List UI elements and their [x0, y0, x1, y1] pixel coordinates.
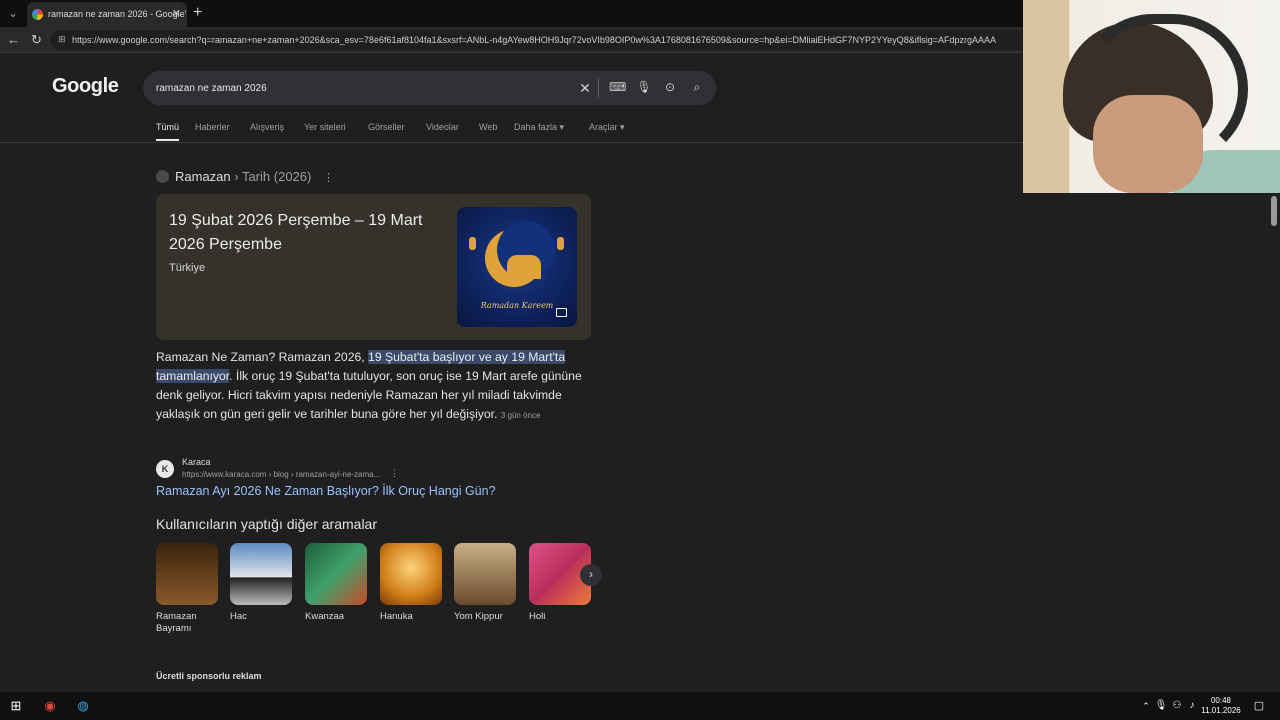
search-icon[interactable]: ⌕	[689, 80, 705, 95]
related-image	[454, 543, 516, 605]
related-item[interactable]: Ramazan Bayramı	[156, 543, 220, 635]
date-range: 19 Şubat 2026 Perşembe – 19 Mart 2026 Pe…	[169, 212, 423, 253]
sponsored-label: Ücretli sponsorlu reklam	[156, 671, 262, 681]
source-url[interactable]: https://www.karaca.com › blog › ramazan-…	[182, 470, 380, 479]
tab-more[interactable]: Daha fazla ▾	[514, 122, 564, 133]
search-box[interactable]: ✕ ⌨ 🎙 ⊙ ⌕	[143, 71, 716, 105]
lens-icon[interactable]: ⊙	[662, 80, 678, 94]
google-favicon-icon	[32, 9, 43, 20]
taskbar-app-icon[interactable]: ◉	[40, 696, 60, 716]
google-logo[interactable]: Google	[52, 75, 119, 98]
related-image	[380, 543, 442, 605]
scrollbar[interactable]	[1268, 190, 1280, 692]
webcam-overlay	[1023, 0, 1280, 193]
related-item[interactable]: Hac	[230, 543, 294, 623]
breadcrumb-main[interactable]: Ramazan	[175, 169, 231, 184]
search-input[interactable]	[156, 80, 536, 96]
related-image	[156, 543, 218, 605]
clock-time: 00:48	[1210, 696, 1232, 705]
source-options-icon[interactable]: ⋮	[390, 468, 399, 479]
taskbar: ⊞ ◉ ◍ ⌃ 🎙 ⚇ ♪ 00:48 11.01.2026 ▢	[0, 692, 1280, 720]
breadcrumb: Ramazan › Tarih (2026) ⋮	[156, 169, 334, 184]
tab-videos[interactable]: Videolar	[426, 122, 459, 132]
related-image	[230, 543, 292, 605]
related-label: Kwanzaa	[305, 611, 345, 622]
breadcrumb-sub: › Tarih (2026)	[234, 169, 312, 184]
windows-start-icon[interactable]: ⊞	[6, 696, 26, 716]
tab-news[interactable]: Haberler	[195, 122, 230, 132]
result-source[interactable]: K Karaca https://www.karaca.com › blog ›…	[156, 457, 596, 485]
lantern-icon	[557, 237, 564, 250]
related-label: Ramazan Bayramı	[156, 611, 197, 634]
related-item[interactable]: Yom Kippur	[454, 543, 518, 623]
snippet-lead: Ramazan Ne Zaman? Ramazan 2026,	[156, 350, 369, 364]
related-label: Holi	[529, 611, 546, 622]
clock-date: 11.01.2026	[1201, 706, 1241, 715]
source-name[interactable]: Karaca	[182, 457, 211, 467]
tab-web[interactable]: Web	[479, 122, 497, 132]
browser-tab[interactable]: ramazan ne zaman 2026 - Google' ✕	[27, 2, 187, 27]
url-field[interactable]: ⊞ https://www.google.com/search?q=ramaza…	[50, 30, 1040, 50]
result-snippet: Ramazan Ne Zaman? Ramazan 2026, 19 Şubat…	[156, 348, 596, 425]
related-item[interactable]: Kwanzaa	[305, 543, 369, 623]
result-link[interactable]: Ramazan Ayı 2026 Ne Zaman Başlıyor? İlk …	[156, 484, 496, 498]
headset-icon	[1078, 14, 1248, 164]
more-options-icon[interactable]: ⋮	[323, 172, 334, 184]
url-text: https://www.google.com/search?q=ramazan+…	[72, 35, 996, 45]
mosque-icon	[507, 255, 541, 279]
snippet-age: 3 gün önce	[500, 411, 541, 420]
search-divider	[598, 79, 599, 97]
related-label: Yom Kippur	[454, 611, 503, 622]
tab-all[interactable]: Tümü	[156, 122, 180, 141]
notifications-icon[interactable]: ▢	[1249, 696, 1269, 716]
edge-browser-icon[interactable]: ◍	[73, 696, 93, 716]
related-image	[305, 543, 367, 605]
related-label: Hac	[230, 611, 247, 622]
tab-places[interactable]: Yer siteleri	[304, 122, 346, 132]
clock[interactable]: 00:48 11.01.2026	[1200, 696, 1242, 716]
reload-icon[interactable]: ↻	[31, 32, 42, 48]
topic-icon	[156, 170, 169, 183]
back-icon[interactable]: ←	[7, 32, 20, 47]
lantern-icon	[469, 237, 476, 250]
country-label: Türkiye	[169, 262, 206, 274]
tab-images[interactable]: Görseller	[368, 122, 405, 132]
close-tab-icon[interactable]: ✕	[172, 7, 181, 20]
tab-tools[interactable]: Araçlar ▾	[589, 122, 625, 133]
clear-icon[interactable]: ✕	[577, 80, 593, 97]
new-tab-button[interactable]: +	[193, 4, 202, 22]
scrollbar-thumb[interactable]	[1271, 196, 1277, 226]
site-info-icon[interactable]: ⊞	[58, 34, 66, 45]
image-view-icon[interactable]	[556, 308, 567, 317]
related-heading: Kullanıcıların yaptığı diğer aramalar	[156, 516, 377, 532]
microphone-icon[interactable]: 🎙	[636, 80, 652, 94]
tab-shopping[interactable]: Alışveriş	[250, 122, 284, 132]
carousel-next-button[interactable]: ›	[580, 564, 602, 586]
tab-title: ramazan ne zaman 2026 - Google'	[48, 9, 187, 19]
tab-list-button[interactable]: ⌄	[4, 5, 22, 23]
featured-date-card: 19 Şubat 2026 Perşembe – 19 Mart 2026 Pe…	[156, 194, 591, 340]
keyboard-icon[interactable]: ⌨	[609, 80, 626, 94]
ramadan-image[interactable]: Ramadan Kareem	[457, 207, 577, 327]
related-label: Hanuka	[380, 611, 413, 622]
related-item[interactable]: Hanuka	[380, 543, 444, 623]
volume-icon[interactable]: ♪	[1182, 696, 1202, 716]
karaca-favicon-icon: K	[156, 460, 174, 478]
